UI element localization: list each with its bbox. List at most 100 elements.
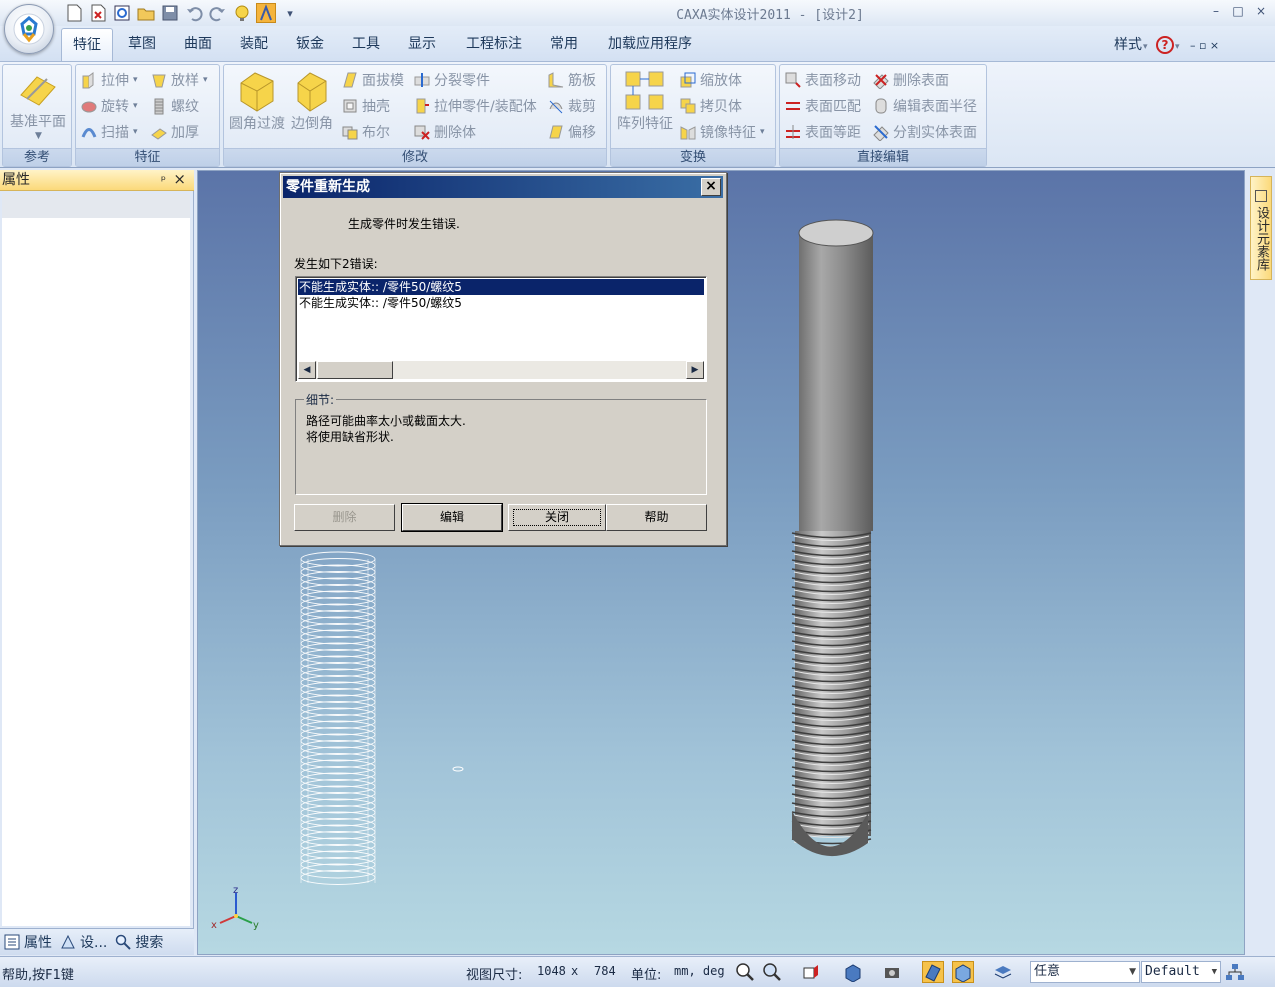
camera-icon[interactable] <box>882 961 904 983</box>
datum-plane-button[interactable]: 基准平面 ▼ <box>7 69 69 141</box>
tool-icon[interactable] <box>256 3 276 23</box>
tab-properties[interactable]: 属性 <box>4 932 52 952</box>
tab-assembly[interactable]: 装配 <box>232 28 276 61</box>
tab-engineering-annotation[interactable]: 工程标注 <box>460 28 528 61</box>
tab-surface[interactable]: 曲面 <box>176 28 220 61</box>
face-offset-button[interactable]: 表面等距 <box>784 121 861 143</box>
redo-icon[interactable] <box>208 3 228 23</box>
design-elements-library-tab[interactable]: 设计元素库 <box>1250 176 1272 280</box>
error-list-item[interactable]: 不能生成实体:: /零件50/螺纹5 <box>298 295 704 311</box>
save-icon[interactable] <box>160 3 180 23</box>
help-button[interactable]: 帮助 <box>606 504 707 531</box>
bulb-icon[interactable] <box>232 3 252 23</box>
title-bar: ▾ CAXA实体设计2011 - [设计2] – □ × <box>0 0 1275 26</box>
face-draft-button[interactable]: 面拔模 <box>341 69 404 91</box>
extrude-button[interactable]: 拉伸 ▾ <box>80 69 138 91</box>
qat-overflow-icon[interactable]: ▾ <box>280 3 300 23</box>
zoom-fit-icon[interactable] <box>734 961 756 983</box>
caxa-logo-icon <box>13 13 45 45</box>
network-icon[interactable] <box>1224 961 1246 983</box>
split-part-button[interactable]: 分裂零件 <box>413 69 490 91</box>
pattern-feature-button[interactable]: 阵列特征 <box>613 69 677 133</box>
chamfer-icon <box>297 72 327 112</box>
fillet-button[interactable]: 圆角过渡 <box>226 69 288 133</box>
tab-search[interactable]: 搜索 <box>115 932 163 952</box>
panel-close-icon[interactable]: × <box>173 169 186 189</box>
tab-design[interactable]: 设... <box>60 932 107 952</box>
mirror-feature-button[interactable]: 镜像特征 ▾ <box>679 121 765 143</box>
offset-icon <box>547 123 565 141</box>
dialog-close-button[interactable]: × <box>701 178 721 196</box>
scale-body-button[interactable]: 缩放体 <box>679 69 742 91</box>
layers-icon[interactable] <box>992 961 1014 983</box>
tab-sketch[interactable]: 草图 <box>120 28 164 61</box>
close-window-button[interactable]: × <box>1251 4 1271 22</box>
group-modify: 圆角过渡 边倒角 面拔模 分裂零件 筋板 抽壳 拉伸零件/装配体 裁剪 布尔 删… <box>223 64 607 167</box>
error-list[interactable]: 不能生成实体:: /零件50/螺纹5 不能生成实体:: /零件50/螺纹5 ◀ … <box>295 276 707 382</box>
cube-view-icon[interactable] <box>842 961 864 983</box>
face-match-button[interactable]: 表面匹配 <box>784 95 861 117</box>
selection-filter-combo[interactable]: 任意 ▼ <box>1030 961 1140 983</box>
trim-button[interactable]: 裁剪 <box>547 95 596 117</box>
chamfer-button[interactable]: 边倒角 <box>288 69 336 133</box>
view-size-label: 视图尺寸: <box>466 968 523 983</box>
properties-panel-title: 属性 <box>2 172 30 188</box>
view-orient-icon[interactable] <box>800 961 822 983</box>
axis-triad: z x y <box>211 885 259 931</box>
horizontal-scrollbar[interactable]: ◀ ▶ <box>298 361 704 379</box>
scroll-thumb[interactable] <box>317 361 393 379</box>
extrude-part-assembly-button[interactable]: 拉伸零件/装配体 <box>413 95 537 117</box>
sweep-button[interactable]: 扫描 ▾ <box>80 121 138 143</box>
threaded-rod-model[interactable] <box>791 219 874 857</box>
tab-tools[interactable]: 工具 <box>344 28 388 61</box>
split-solid-face-button[interactable]: 分割实体表面 <box>872 121 977 143</box>
undo-icon[interactable] <box>184 3 204 23</box>
rib-button[interactable]: 筋板 <box>547 69 596 91</box>
tab-feature[interactable]: 特征 <box>61 28 113 61</box>
boolean-button[interactable]: 布尔 <box>341 121 390 143</box>
tab-sheet-metal[interactable]: 钣金 <box>288 28 332 61</box>
delete-body-icon <box>413 123 431 141</box>
zoom-icon[interactable] <box>761 961 783 983</box>
refresh-doc-icon[interactable] <box>112 3 132 23</box>
help-icon[interactable]: ? <box>1155 36 1174 54</box>
open-red-icon[interactable] <box>88 3 108 23</box>
tab-common[interactable]: 常用 <box>542 28 586 61</box>
loft-button[interactable]: 放样 ▾ <box>150 69 208 91</box>
shading-mode-icon[interactable] <box>952 961 974 983</box>
tab-display[interactable]: 显示 <box>400 28 444 61</box>
style-combo[interactable]: Default ▼ <box>1141 961 1221 983</box>
delete-button[interactable]: 删除 <box>294 504 395 531</box>
application-menu-button[interactable] <box>4 4 54 54</box>
edit-button[interactable]: 编辑 <box>401 503 503 532</box>
pattern-feature-icon <box>625 71 664 110</box>
extrude-part-icon <box>413 97 431 115</box>
shell-button[interactable]: 抽壳 <box>341 95 390 117</box>
offset-button[interactable]: 偏移 <box>547 121 596 143</box>
ribbon-mini-controls[interactable]: – ▫ × <box>1190 39 1219 52</box>
delete-body-button[interactable]: 删除体 <box>413 121 476 143</box>
edit-face-radius-button[interactable]: 编辑表面半径 <box>872 95 977 117</box>
folder-icon[interactable] <box>136 3 156 23</box>
minimize-button[interactable]: – <box>1206 4 1226 22</box>
copy-body-button[interactable]: 拷贝体 <box>679 95 742 117</box>
error-list-item[interactable]: 不能生成实体:: /零件50/螺纹5 <box>298 279 704 295</box>
close-button[interactable]: 关闭 <box>508 504 606 531</box>
new-icon[interactable] <box>64 3 84 23</box>
scroll-right-button[interactable]: ▶ <box>686 361 704 379</box>
restore-button[interactable]: □ <box>1228 4 1248 22</box>
properties-panel: 属性 ᵖ × 属性 设... 搜索 <box>0 170 194 955</box>
pin-icon[interactable]: ᵖ <box>161 170 166 190</box>
thicken-button[interactable]: 加厚 <box>150 121 199 143</box>
dialog-message: 生成零件时发生错误. <box>348 217 460 231</box>
scroll-left-button[interactable]: ◀ <box>298 361 316 379</box>
thread-button[interactable]: 螺纹 <box>150 95 199 117</box>
face-move-button[interactable]: 表面移动 <box>784 69 861 91</box>
delete-face-button[interactable]: 删除表面 <box>872 69 949 91</box>
wireframe-helix[interactable] <box>300 551 376 885</box>
render-style-icon[interactable] <box>922 961 944 983</box>
tab-load-applications[interactable]: 加载应用程序 <box>602 28 698 61</box>
style-menu[interactable]: 样式▾ ? ▾ – ▫ × <box>1114 34 1219 54</box>
revolve-button[interactable]: 旋转 ▾ <box>80 95 138 117</box>
left-panel-tabs: 属性 设... 搜索 <box>0 928 194 955</box>
